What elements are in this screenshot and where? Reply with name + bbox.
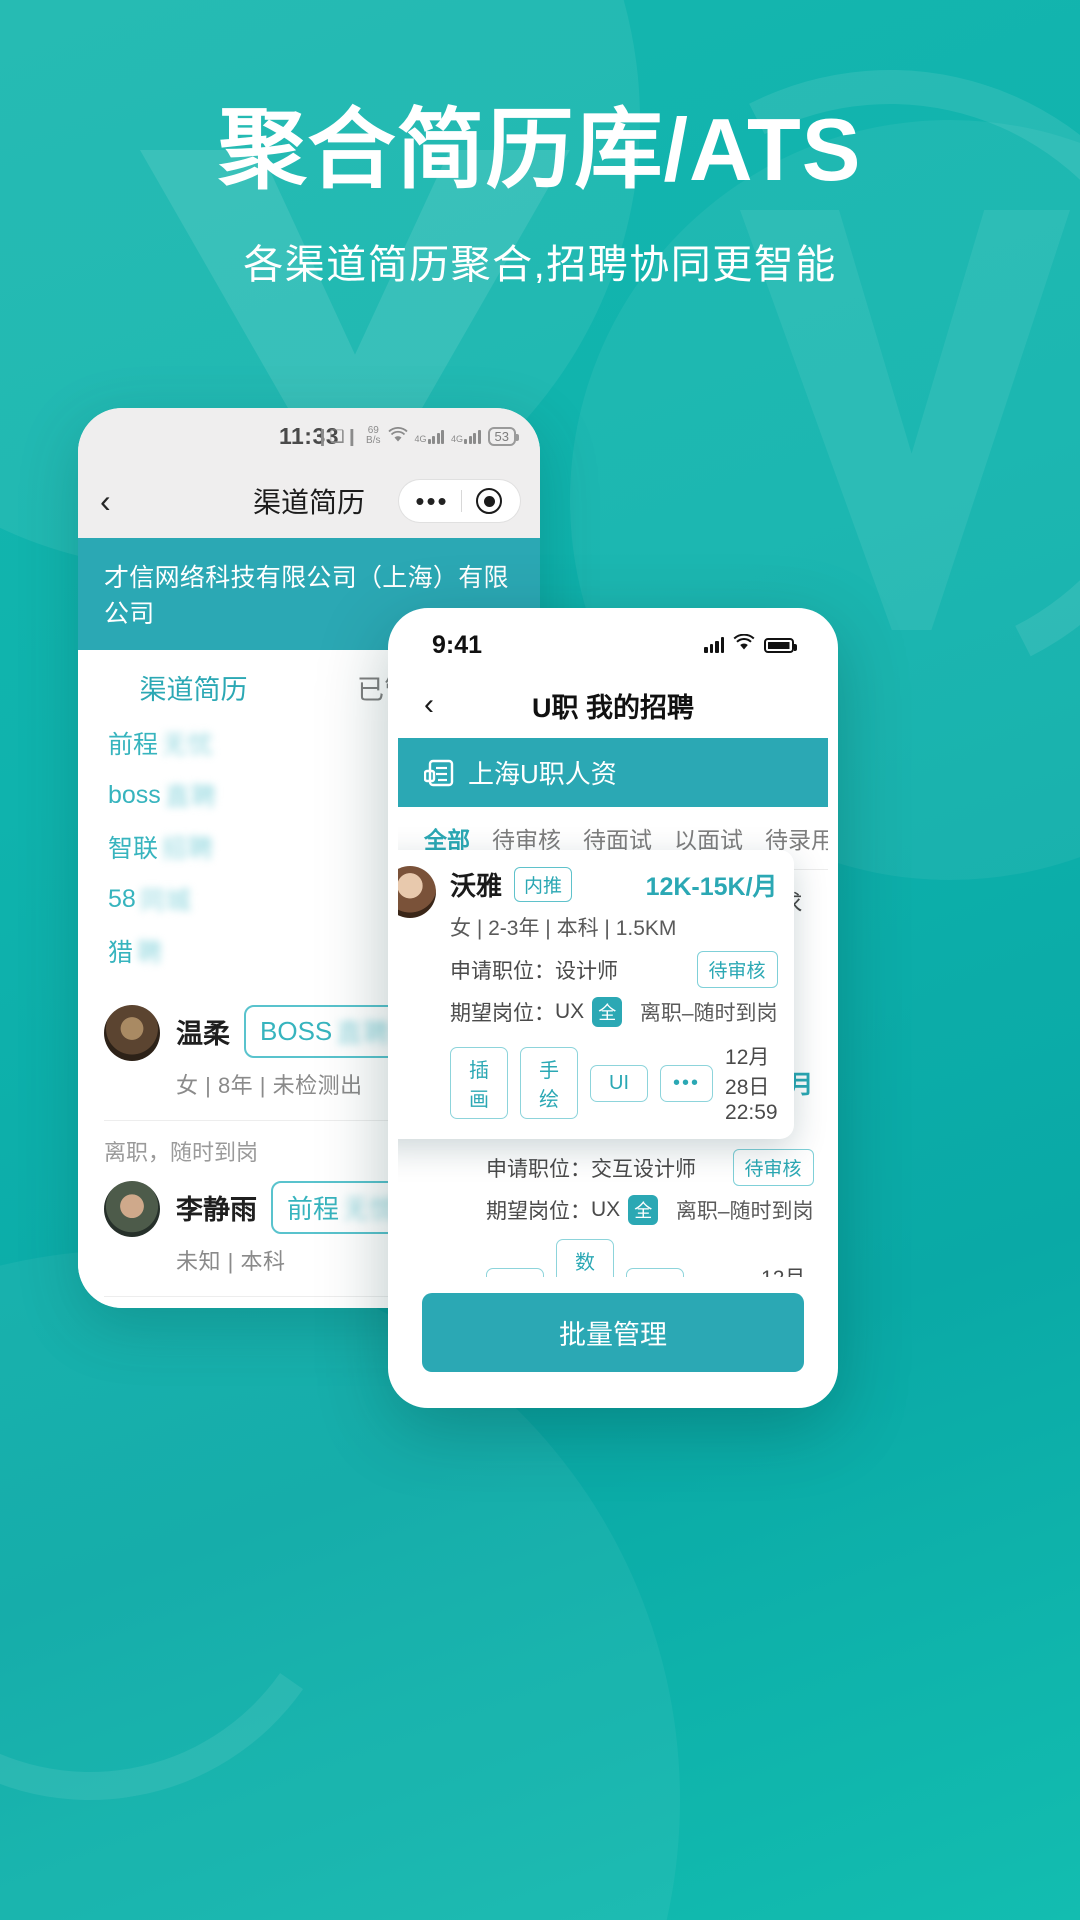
submission-time: 12月28日 22:59: [725, 1046, 778, 1124]
channel-name-blurred: 同城: [139, 887, 192, 915]
candidate-meta: 女 | 2-3年 | 本科 | 1.5KM: [450, 917, 677, 940]
phone2-status-bar: 9:41: [398, 618, 828, 672]
page-title: 聚合简历库/ATS: [218, 100, 862, 199]
source-badge: BOSS 直聘: [244, 1005, 407, 1058]
applied-position-value: 设计师: [555, 959, 618, 983]
candidate-name: 沃雅: [450, 871, 503, 901]
page-subtitle: 各渠道简历聚合,招聘协同更智能: [243, 243, 837, 287]
phone1-system-icons: ❙❑❙ 69 B/s 4G 4G 53: [315, 425, 520, 446]
applied-position-value: 交互设计师: [591, 1157, 696, 1181]
channel-name-blurred: 无忧: [162, 731, 215, 759]
salary-range: 12K-15K/月: [645, 872, 778, 901]
avatar: [398, 866, 436, 918]
phone2-bottom-bar: 批量管理: [398, 1277, 828, 1398]
skill-tag[interactable]: 手绘: [520, 1047, 578, 1119]
applied-position-label: 申请职位：: [450, 959, 555, 983]
phone2-nav-bar: ‹ U职 我的招聘: [398, 672, 828, 738]
wifi-icon: [733, 633, 755, 656]
expected-position-badge: 全: [592, 997, 623, 1027]
mini-program-capsule: •••: [399, 480, 520, 522]
status-badge: 待审核: [696, 951, 778, 988]
availability-text: 离职–随时到岗: [675, 1200, 814, 1223]
organization-banner[interactable]: 上海U职人资: [398, 738, 828, 807]
channel-name-blurred: 招聘: [162, 835, 215, 863]
source-name-blurred: 直聘: [336, 1018, 391, 1048]
signal-bars-icon: [704, 637, 724, 653]
channel-name: 58: [108, 884, 136, 913]
batch-manage-button[interactable]: 批量管理: [422, 1293, 804, 1372]
avatar: [104, 1181, 160, 1237]
network-speed-indicator: 69 B/s: [366, 425, 381, 446]
organization-name: 上海U职人资: [468, 759, 617, 789]
signal-icon-1: 4G: [415, 429, 445, 444]
document-card-icon: [423, 757, 454, 789]
battery-icon: 53: [487, 426, 520, 446]
expected-position-label: 期望岗位：: [450, 1002, 555, 1025]
referral-tag: 内推: [514, 867, 573, 902]
target-icon[interactable]: [462, 488, 516, 514]
phone1-status-bar: 11:33 ❙❑❙ 69 B/s 4G 4G 53: [78, 408, 540, 464]
status-badge: 待审核: [732, 1149, 814, 1186]
channel-name-blurred: 直聘: [164, 783, 217, 811]
phone2-page-title: U职 我的招聘: [532, 692, 694, 723]
phone2-screen: 9:41 ‹ U职 我的招聘 上海U职人资 全部 待审核 待面试 以面试 待录用…: [398, 618, 828, 1398]
more-dots-icon[interactable]: •••: [403, 488, 461, 514]
expected-position-label: 期望岗位：: [486, 1200, 591, 1223]
expected-position-value: UX: [591, 1198, 621, 1221]
expected-position-value: UX: [555, 1000, 585, 1023]
channel-name-blurred: 聘: [137, 939, 164, 967]
channel-name: 前程: [108, 731, 159, 759]
candidate-card-featured[interactable]: 沃雅 内推 12K-15K/月 女 | 2-3年 | 本科 | 1.5KM 申请…: [398, 850, 794, 1139]
phone-mockup-my-recruitment: 9:41 ‹ U职 我的招聘 上海U职人资 全部 待审核 待面试 以面试 待录用…: [388, 608, 838, 1408]
skill-tag-row: 插画 手绘 UI ••• 12月28日 22:59: [450, 1041, 778, 1125]
phone2-system-icons: [704, 633, 797, 656]
vibrate-icon: ❙❑❙: [315, 426, 360, 446]
source-name: BOSS: [260, 1016, 333, 1046]
avatar: [104, 1005, 160, 1061]
candidate-name: 李静雨: [176, 1195, 257, 1225]
channel-name: boss: [108, 780, 161, 809]
availability-text: 离职–随时到岗: [639, 1002, 778, 1025]
tab-channel-resumes[interactable]: 渠道简历: [78, 668, 309, 707]
skill-tag[interactable]: UI: [590, 1064, 648, 1102]
battery-icon: [764, 637, 797, 653]
skill-tag[interactable]: 插画: [450, 1047, 508, 1119]
signal-icon-2: 4G: [451, 429, 481, 444]
source-name: 前程: [287, 1194, 340, 1224]
wifi-icon: [387, 426, 408, 446]
phone2-clock: 9:41: [432, 630, 483, 659]
channel-name: 猎: [108, 939, 134, 967]
expected-position-badge: 全: [628, 1195, 659, 1225]
candidate-name: 温柔: [176, 1019, 230, 1049]
channel-name: 智联: [108, 835, 159, 863]
ellipsis-icon[interactable]: •••: [660, 1064, 714, 1102]
applied-position-label: 申请职位：: [486, 1157, 591, 1181]
phone1-nav-bar: ‹ 渠道简历 •••: [78, 464, 540, 538]
